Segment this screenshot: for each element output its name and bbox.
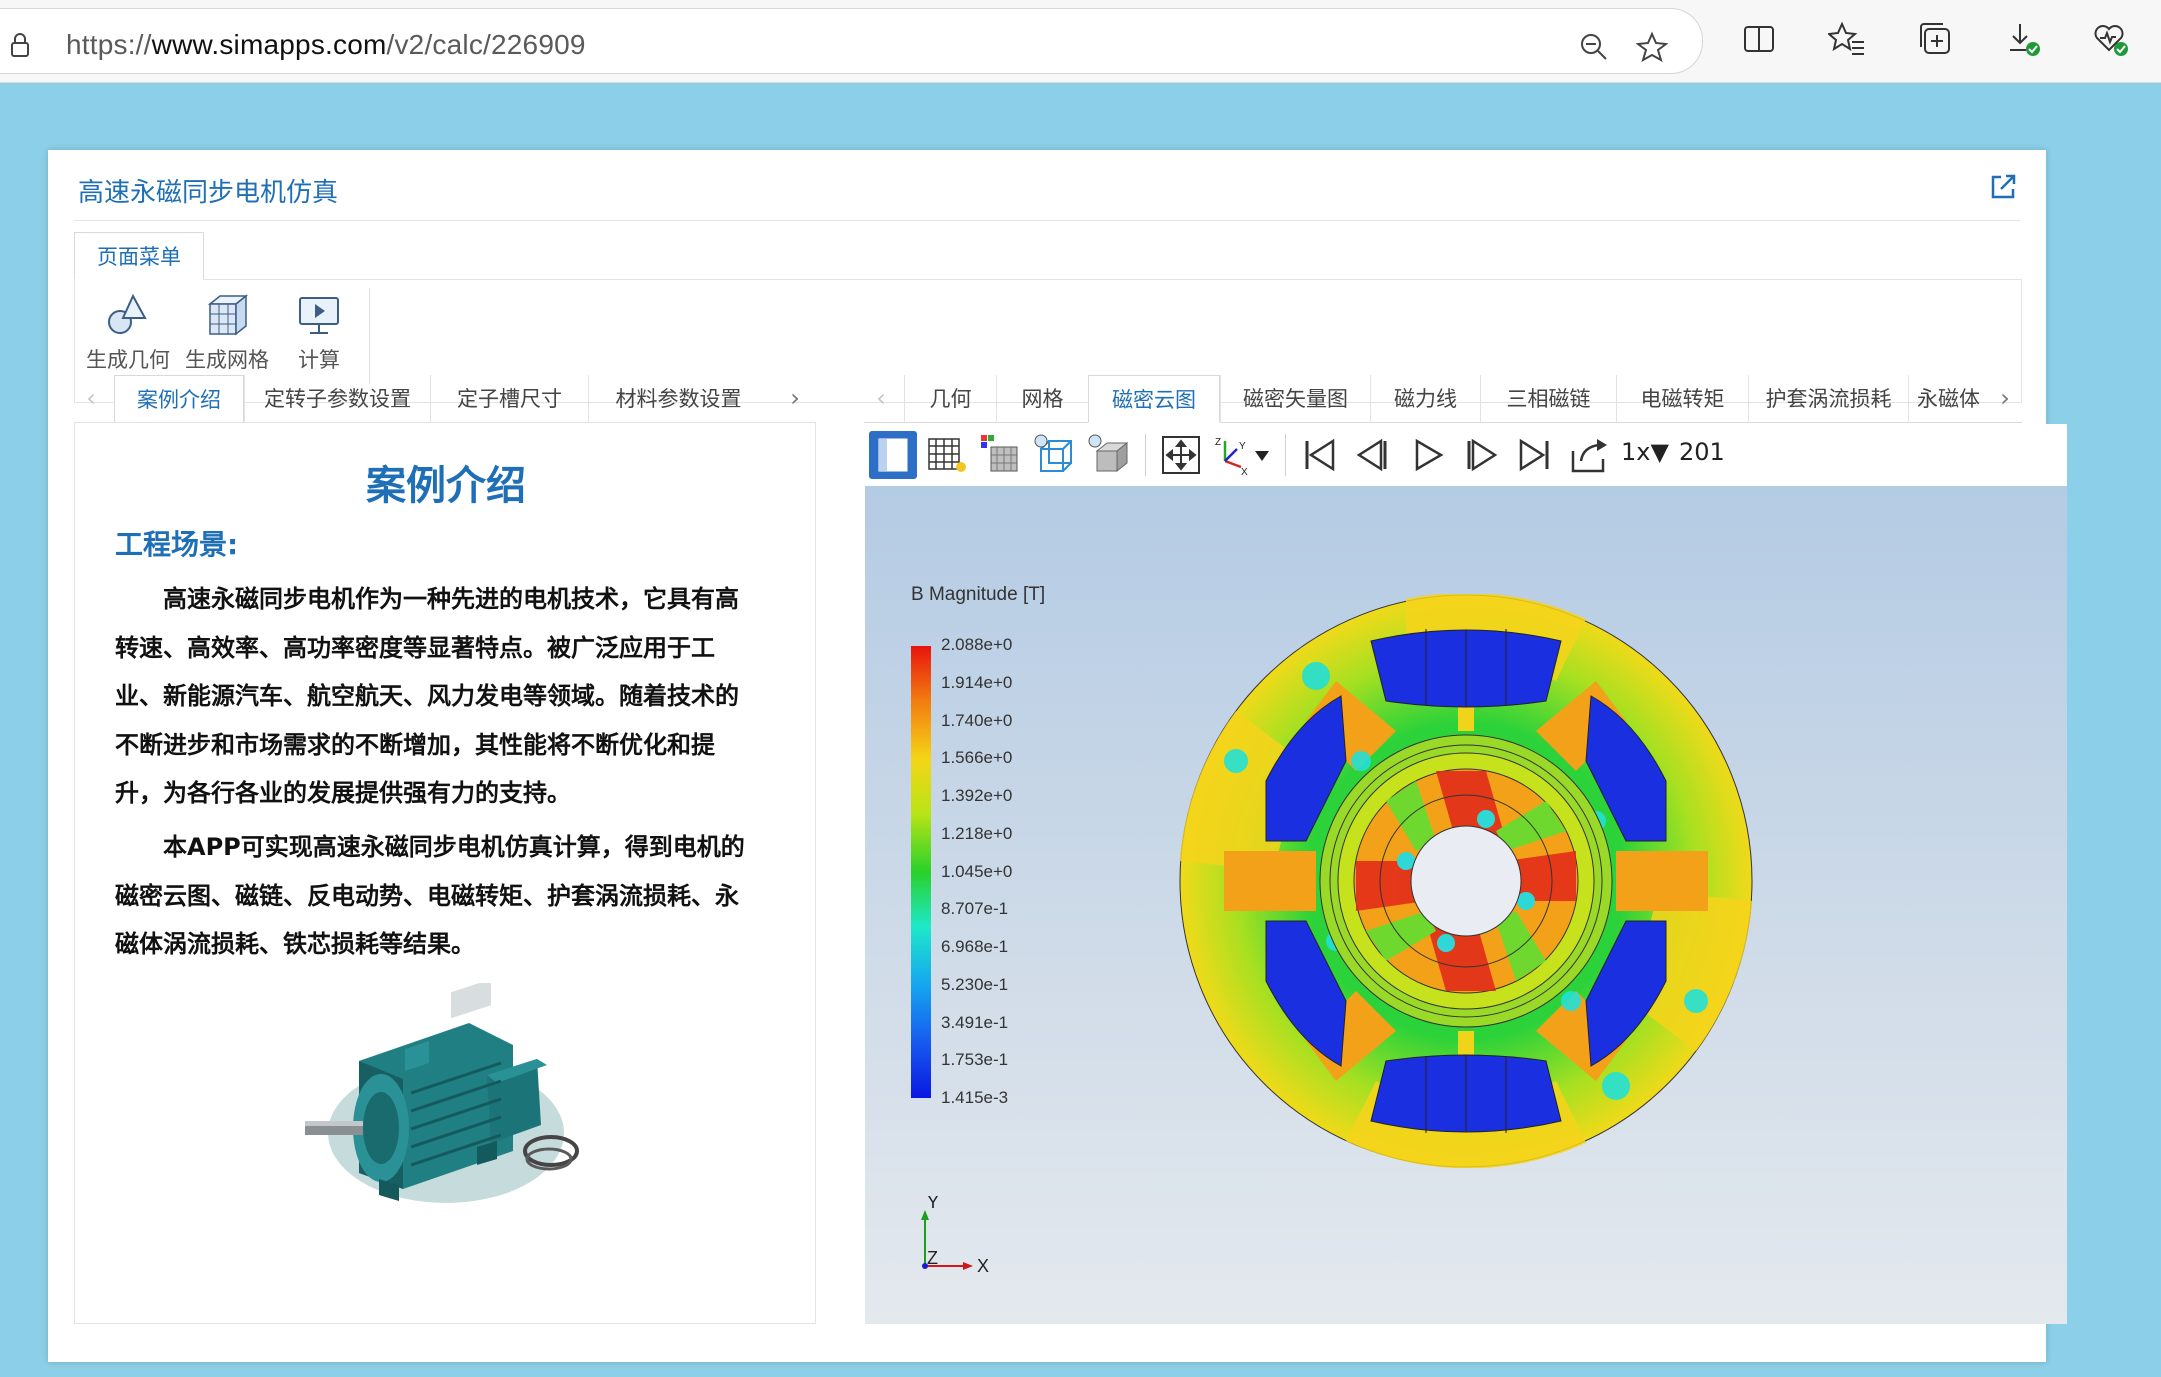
tabs-scroll-right-icon[interactable]: ›: [778, 375, 812, 423]
axis-triad-icon: Y X Z: [921, 1196, 989, 1276]
view-mode-surface-button[interactable]: [869, 431, 917, 479]
favorites-icon[interactable]: [1828, 20, 1866, 58]
tabs-scroll-left-icon[interactable]: ‹: [864, 375, 898, 423]
color-scale-bar: [911, 646, 931, 1098]
tabs-scroll-left-icon[interactable]: ‹: [74, 375, 108, 423]
app-title: 高速永磁同步电机仿真: [78, 178, 339, 208]
url-text[interactable]: https://www.simapps.com/v2/calc/226909: [66, 29, 586, 61]
play-icon[interactable]: [1403, 431, 1451, 479]
favorite-star-icon[interactable]: [1636, 31, 1668, 63]
tab-material-params[interactable]: 材料参数设置: [588, 375, 768, 423]
legend-value: 8.707e-1: [941, 899, 1009, 918]
mesh-icon: [207, 294, 249, 336]
legend-value: 1.415e-3: [941, 1088, 1009, 1107]
page-menu-tab[interactable]: 页面菜单: [74, 232, 204, 280]
previous-frame-icon[interactable]: [1349, 431, 1397, 479]
svg-text:Z: Z: [1215, 437, 1221, 448]
legend-value: 1.753e-1: [941, 1050, 1009, 1069]
solid-view-icon[interactable]: [1085, 431, 1133, 479]
intro-paragraph: 高速永磁同步电机作为一种先进的电机技术，它具有高转速、高效率、高功率密度等显著特…: [115, 585, 739, 807]
tab-flux-lines[interactable]: 磁力线: [1370, 375, 1480, 423]
compute-button[interactable]: 计算: [285, 292, 353, 374]
axis-x-label: X: [977, 1256, 989, 1276]
right-tab-strip: ‹ 几何 网格 磁密云图 磁密矢量图 磁力线 三相磁链 电磁转矩 护套涡流损耗 …: [864, 375, 2022, 423]
title-divider: [74, 220, 2020, 221]
svg-text:Y: Y: [1239, 441, 1246, 452]
legend-value: 1.045e+0: [941, 862, 1013, 881]
legend-value: 1.218e+0: [941, 824, 1013, 843]
menu-divider: [369, 288, 370, 384]
browser-health-icon[interactable]: [2092, 20, 2130, 58]
tab-three-phase-flux-linkage[interactable]: 三相磁链: [1480, 375, 1616, 423]
legend-value: 2.088e+0: [941, 635, 1013, 654]
app-description-paragraph: 本APP可实现高速永磁同步电机仿真计算，得到电机的磁密云图、磁链、反电动势、电磁…: [115, 833, 745, 958]
surface-view-icon: [878, 438, 908, 472]
left-tab-strip: ‹ 案例介绍 定转子参数设置 定子槽尺寸 材料参数设置 ›: [74, 375, 816, 423]
generate-geometry-button[interactable]: 生成几何: [85, 292, 171, 374]
tool-label: 生成网格: [185, 348, 269, 372]
next-frame-icon[interactable]: [1457, 431, 1505, 479]
app-card: 高速永磁同步电机仿真 生成几何 生成网格 计算 页面菜单 ‹ 案例介绍 定转子参…: [48, 150, 2067, 1362]
case-intro-panel: 案例介绍 工程场景: 高速永磁同步电机作为一种先进的电机技术，它具有高转速、高效…: [74, 422, 816, 1324]
toolbar-divider: [1145, 434, 1146, 476]
frame-number: 201: [1679, 438, 1725, 466]
tab-stator-slot-size[interactable]: 定子槽尺寸: [430, 375, 588, 423]
zoom-out-icon[interactable]: [1578, 31, 1610, 63]
tab-flux-density-contour[interactable]: 磁密云图: [1088, 375, 1220, 423]
svg-text:X: X: [1241, 467, 1248, 478]
geometry-icon: [108, 293, 147, 334]
address-bar[interactable]: https://www.simapps.com/v2/calc/226909: [0, 8, 1703, 74]
case-heading: 案例介绍: [366, 463, 526, 509]
browser-toolbar: https://www.simapps.com/v2/calc/226909: [0, 0, 2161, 83]
legend-value: 6.968e-1: [941, 937, 1009, 956]
legend-value: 5.230e-1: [941, 975, 1009, 994]
viewer-toolbar: Z Y X 1x▼ 201: [865, 424, 2067, 487]
legend-value: 1.392e+0: [941, 786, 1013, 805]
tab-mesh[interactable]: 网格: [996, 375, 1088, 423]
tab-flux-density-vector[interactable]: 磁密矢量图: [1220, 375, 1370, 423]
tab-electromagnetic-torque[interactable]: 电磁转矩: [1616, 375, 1748, 423]
legend-value: 1.740e+0: [941, 711, 1013, 730]
legend-value: 3.491e-1: [941, 1013, 1009, 1032]
axis-orientation-dropdown-icon[interactable]: Z Y X: [1211, 431, 1275, 479]
motor-image: [305, 983, 579, 1203]
tool-label: 计算: [298, 348, 340, 372]
scene-heading: 工程场景:: [115, 528, 239, 561]
tab-sleeve-eddy-loss[interactable]: 护套涡流损耗: [1748, 375, 1908, 423]
tab-case-intro[interactable]: 案例介绍: [114, 375, 244, 423]
legend-value: 1.914e+0: [941, 673, 1013, 692]
tabs-scroll-right-icon[interactable]: ›: [1988, 375, 2022, 423]
element-view-icon[interactable]: [977, 431, 1025, 479]
axis-z-label: Z: [927, 1248, 938, 1268]
export-icon[interactable]: [1565, 431, 1613, 479]
last-frame-icon[interactable]: [1511, 431, 1559, 479]
flux-density-contour-plot: [1179, 594, 1753, 1168]
tool-label: 生成几何: [86, 348, 170, 372]
downloads-icon[interactable]: [2004, 20, 2042, 58]
fit-view-icon[interactable]: [1157, 431, 1205, 479]
mesh-view-icon[interactable]: [923, 431, 971, 479]
lock-icon[interactable]: [6, 31, 34, 59]
3d-viewport[interactable]: B Magnitude [T] 2.088e+0 1.914e+0 1.740e…: [865, 486, 2067, 1324]
tab-geometry[interactable]: 几何: [904, 375, 996, 423]
result-viewer: Z Y X 1x▼ 201 B Magnitude [T] 2.088e+0 1…: [865, 424, 2067, 1324]
compute-icon: [299, 297, 339, 334]
open-external-icon[interactable]: [1988, 172, 2018, 202]
legend-title: B Magnitude [T]: [911, 584, 1046, 605]
axis-y-label: Y: [927, 1196, 939, 1212]
tab-rotor-stator-params[interactable]: 定转子参数设置: [244, 375, 430, 423]
toolbar-divider: [1285, 434, 1286, 476]
legend-value: 1.566e+0: [941, 748, 1013, 767]
wireframe-view-icon[interactable]: [1031, 431, 1079, 479]
split-screen-icon[interactable]: [1740, 20, 1778, 58]
collections-icon[interactable]: [1916, 20, 1954, 58]
tab-permanent-magnet[interactable]: 永磁体: [1908, 375, 1988, 423]
first-frame-icon[interactable]: [1295, 431, 1343, 479]
generate-mesh-button[interactable]: 生成网格: [181, 292, 273, 374]
playback-speed-dropdown[interactable]: 1x▼: [1621, 438, 1669, 466]
